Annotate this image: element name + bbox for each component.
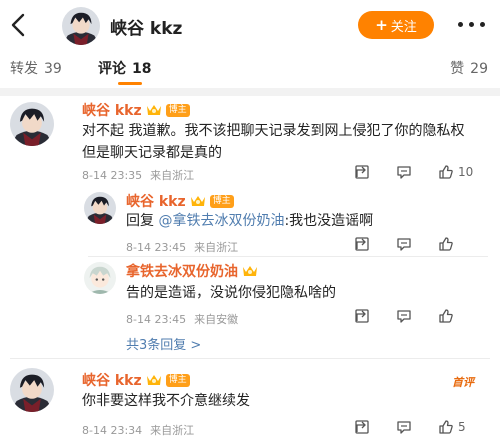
crown-icon [146,373,162,387]
more-options-icon[interactable] [458,14,494,34]
reply-text: 回复 @拿铁去冰双份奶油:我也没造谣啊 [126,210,486,232]
tab-likes-count: 29 [470,61,488,77]
reply-separator [88,256,488,257]
back-arrow-icon[interactable] [8,12,30,38]
comment-actions: 10 [354,164,473,180]
reply-prefix: 回复 [126,213,154,229]
reply-meta: 8-14 23:45 来自安徽 [126,311,238,327]
comment-separator [10,358,490,359]
comment-date: 8-14 23:35 [82,169,143,182]
tab-repost-count: 39 [44,61,62,77]
like-count: 5 [458,420,466,434]
commenter-avatar[interactable] [10,368,54,412]
reply-location: 来自浙江 [194,241,239,254]
like-icon[interactable] [438,419,454,435]
author-badge: 博主 [165,373,190,387]
crown-icon [242,264,258,278]
comment-location: 来自浙江 [150,424,195,437]
reply-icon[interactable] [396,236,412,252]
view-more-replies-link[interactable]: 共3条回复 > [126,334,201,353]
tab-comments[interactable]: 评论 18 [98,58,151,78]
reply-avatar[interactable] [84,192,116,224]
reply-icon[interactable] [396,308,412,324]
like-icon[interactable] [438,236,454,252]
comment-text: 你非要这样我不介意继续发 [82,393,250,409]
reply-username-text: 峡谷 kkz [126,194,186,210]
share-icon[interactable] [354,164,370,180]
follow-button[interactable]: + 关注 [358,11,434,39]
tab-comments-count: 18 [132,61,152,77]
reply-meta: 8-14 23:45 来自浙江 [126,239,238,255]
tab-bar: 转发 39 评论 18 赞 29 [0,52,500,86]
author-name[interactable]: 峡谷 kkz [110,14,182,39]
share-icon[interactable] [354,419,370,435]
comment-meta: 8-14 23:35 来自浙江 [82,167,194,183]
crown-icon [146,103,162,117]
reply-text: 告的是造谣，没说你侵犯隐私啥的 [126,285,336,301]
author-avatar[interactable] [62,7,100,45]
reply-icon[interactable] [396,419,412,435]
comment-text: 对不起 我道歉。我不该把聊天记录发到网上侵犯了你的隐私权 但是聊天记录都是真的 [82,123,465,161]
top-bar: 峡谷 kkz + 关注 [0,0,500,50]
reply-location: 来自安徽 [194,313,239,326]
like-icon[interactable] [438,164,454,180]
share-icon[interactable] [354,308,370,324]
tab-likes[interactable]: 赞 29 [450,58,488,78]
author-badge: 博主 [165,103,190,117]
tab-repost-label: 转发 [10,61,38,77]
reply-actions [354,308,454,324]
comment-username[interactable]: 峡谷 kkz 博主 [82,370,190,390]
share-icon[interactable] [354,236,370,252]
comment-actions: 5 [354,419,466,435]
commenter-avatar[interactable] [10,102,54,146]
follow-label: 关注 [390,19,417,35]
reply-date: 8-14 23:45 [126,313,187,326]
like-icon[interactable] [438,308,454,324]
comment-date: 8-14 23:34 [82,424,143,437]
reply-username[interactable]: 峡谷 kkz 博主 [126,191,234,211]
reply-actions [354,236,454,252]
author-badge: 博主 [209,194,234,208]
reply-username-text: 拿铁去冰双份奶油 [126,264,238,280]
reply-date: 8-14 23:45 [126,241,187,254]
tab-comments-label: 评论 [98,61,126,77]
comment-username[interactable]: 峡谷 kkz 博主 [82,100,190,120]
tab-repost[interactable]: 转发 39 [10,58,62,78]
comment-meta: 8-14 23:34 来自浙江 [82,422,194,438]
like-count: 10 [458,165,474,179]
reply-username[interactable]: 拿铁去冰双份奶油 [126,261,258,281]
active-tab-indicator [118,82,142,85]
tab-likes-label: 赞 [450,61,465,77]
mention-link[interactable]: @拿铁去冰双份奶油 [158,213,284,229]
crown-icon [190,194,206,208]
comment-username-text: 峡谷 kkz [82,373,142,389]
reply-body: :我也没造谣啊 [284,213,374,229]
reply-avatar[interactable] [84,262,116,294]
comment-location: 来自浙江 [150,169,195,182]
reply-icon[interactable] [396,164,412,180]
comment-username-text: 峡谷 kkz [82,103,142,119]
section-divider [0,88,500,96]
first-comment-tag: 首评 [452,376,474,389]
plus-icon: + [375,16,388,34]
